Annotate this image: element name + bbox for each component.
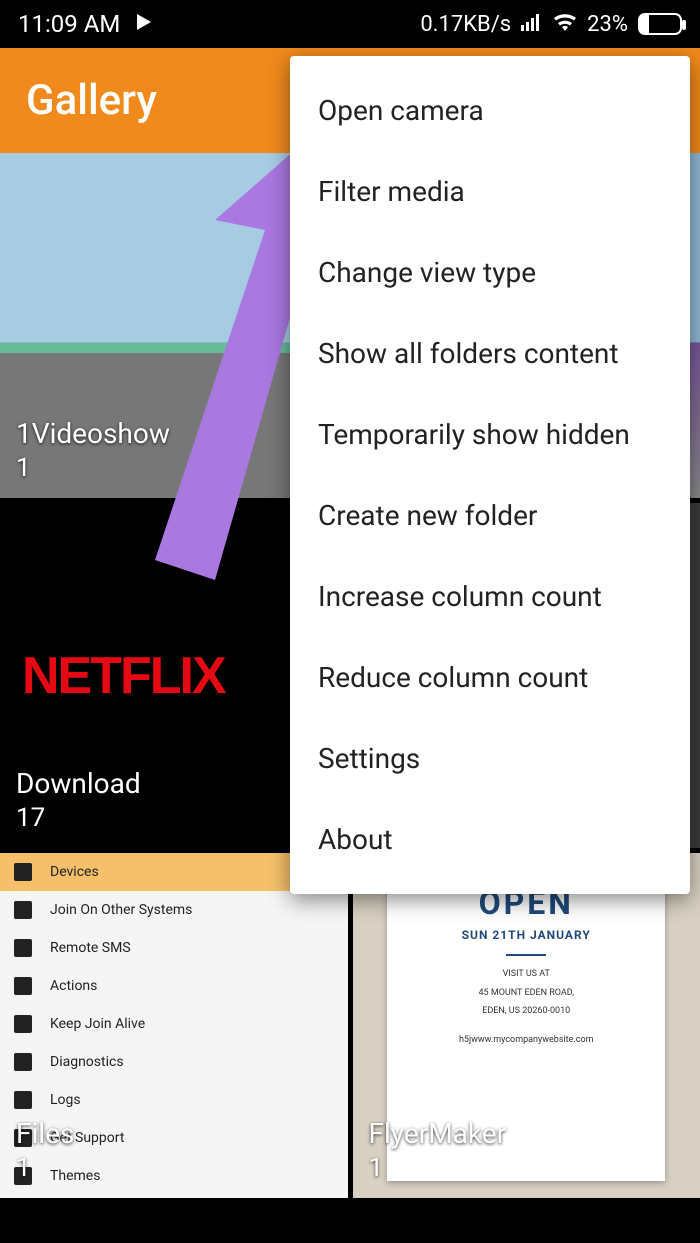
menu-item-show-hidden[interactable]: Temporarily show hidden (290, 394, 690, 475)
app-title: Gallery (26, 76, 157, 125)
status-battery-pct: 23% (587, 12, 628, 37)
status-bar: 11:09 AM 0.17KB/s 23% (0, 0, 700, 48)
menu-item-show-all[interactable]: Show all folders content (290, 313, 690, 394)
signal-icon (521, 12, 543, 37)
menu-item-open-camera[interactable]: Open camera (290, 70, 690, 151)
folder-tile-files[interactable]: Devices Join On Other Systems Remote SMS… (0, 853, 348, 1198)
folder-name: Download (16, 767, 141, 800)
wifi-icon (553, 12, 577, 37)
battery-icon (638, 13, 682, 35)
play-icon (134, 10, 154, 38)
netflix-logo: NETFLIX (0, 646, 225, 706)
folder-name: Files (16, 1117, 74, 1150)
folder-name: 1Videoshow (16, 417, 170, 450)
overflow-menu: Open camera Filter media Change view typ… (290, 56, 690, 894)
menu-item-create-folder[interactable]: Create new folder (290, 475, 690, 556)
status-net-speed: 0.17KB/s (420, 12, 511, 37)
menu-item-settings[interactable]: Settings (290, 718, 690, 799)
folder-name: FlyerMaker (369, 1117, 507, 1150)
menu-item-change-view[interactable]: Change view type (290, 232, 690, 313)
folder-count: 1 (16, 452, 170, 486)
folder-count: 17 (16, 802, 141, 836)
menu-item-about[interactable]: About (290, 799, 690, 880)
menu-item-increase-cols[interactable]: Increase column count (290, 556, 690, 637)
menu-item-filter-media[interactable]: Filter media (290, 151, 690, 232)
menu-item-reduce-cols[interactable]: Reduce column count (290, 637, 690, 718)
folder-count: 1 (369, 1152, 507, 1186)
folder-tile-flyermaker[interactable]: OPEN SUN 21TH JANUARY VISIT US AT 45 MOU… (353, 853, 700, 1198)
status-time: 11:09 AM (18, 10, 120, 38)
folder-count: 1 (16, 1152, 74, 1186)
